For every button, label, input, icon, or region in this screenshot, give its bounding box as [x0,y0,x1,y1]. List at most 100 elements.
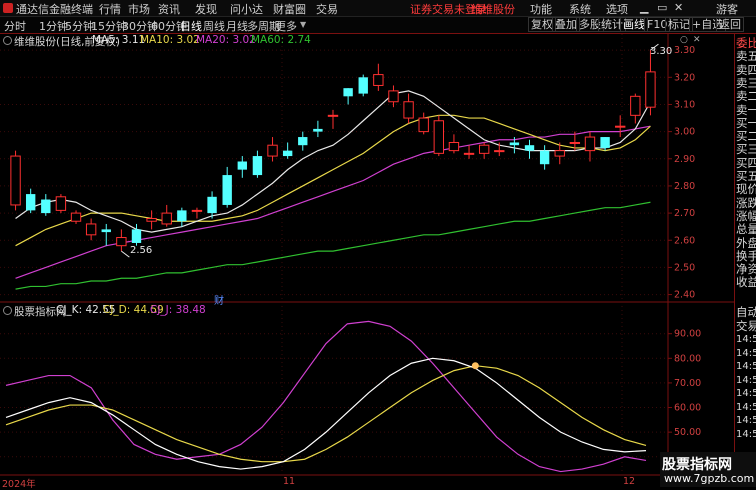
tf-5min[interactable]: 5分钟 [65,18,94,34]
ma60-legend: MA60: 2.74 [251,34,311,46]
kdj-indicator-lines [5,320,647,473]
candle-body-down [600,137,610,148]
candle-body-up [267,144,278,157]
close-icon[interactable]: ✕ [674,1,683,14]
candle-body-down [343,88,353,97]
more-dropdown-icon[interactable]: ▼ [300,20,306,29]
trade-tick-item: 14:50 [736,334,756,345]
tf-weekly[interactable]: 周线 [203,18,225,34]
quote-panel-item: 卖一 [736,103,756,117]
candle-body-up [85,223,97,236]
candle-body-up [116,237,127,247]
candle-body-up [433,120,444,154]
financial-report-marker[interactable]: 财 [214,292,224,307]
candle-body-down [25,194,36,211]
main-y-tick-label: 2.90 [674,154,695,165]
main-y-tick-label: 2.80 [674,181,695,192]
high-price-label: 3.30 [650,46,673,57]
menu-quotes[interactable]: 行情 [99,1,121,17]
watermark-title: 股票指标网 [662,457,732,473]
main-y-tick-label: 2.40 [674,290,695,301]
candle-body-down [41,199,51,214]
candle-body-down [252,156,263,176]
stock-name-title: 维维股份 [471,3,515,16]
candle-body-up [584,136,596,152]
menu-function[interactable]: 功能 [530,1,552,17]
chart-settings-icon[interactable] [3,36,12,45]
candlestick-series [10,43,659,258]
menu-news[interactable]: 资讯 [158,1,180,17]
candle-body-down [131,229,142,243]
candle-body-up [10,155,21,206]
candle-body-down [539,150,550,165]
restore-icon[interactable]: ▭ [657,1,667,14]
trade-tick-item: 14:50 [736,401,756,413]
quote-panel-item: 委比 [736,37,756,50]
menu-options[interactable]: 选项 [606,1,628,17]
quote-panel-item: 买一 [736,116,756,130]
chart-grid [0,34,735,487]
app-title: 通达信金融终端 [16,3,93,16]
ind-y-tick-label: 50.00 [674,427,701,438]
main-y-tick-label: 3.10 [674,99,695,110]
quote-panel-item: 卖二 [736,90,756,104]
trade-tick-item: 14:50 [736,361,756,372]
trade-tick-item: 14:50 [736,374,756,386]
tf-intraday[interactable]: 分时 [4,18,26,34]
candle-body-up [569,141,581,144]
main-y-tick-label: 2.50 [674,262,695,273]
candle-body-up [418,117,429,133]
tf-daily[interactable]: 日线 [180,18,202,34]
candle-body-down [207,196,217,214]
trade-tick-item: 自动 [736,306,756,319]
quote-panel-item: 卖四 [736,63,756,77]
candle-body-down [101,229,111,233]
candle-body-down [298,137,308,146]
candle-body-up [463,152,475,155]
minimize-icon[interactable]: ▁ [640,1,648,14]
quote-panel-item: 收益 [736,276,756,290]
trade-tick-item: 交易 [736,319,756,333]
quote-panel-item: 外盘 [736,236,756,250]
indicator-settings-icon[interactable] [3,306,12,315]
candle-body-up [373,74,384,86]
tf-1min[interactable]: 1分钟 [39,18,68,34]
candle-body-down [524,145,535,151]
close-pane-icon[interactable]: ✕ [693,35,701,45]
quote-panel-item: 涨跌 [736,196,756,210]
chart-canvas[interactable]: 3.30 3.20 3.10 3.00 2.90 2.80 2.70 2.60 2.50 2.40… [0,34,735,487]
guest-label[interactable]: 游客 [716,1,738,17]
menu-ask-xiaoda[interactable]: 问小达 [230,1,263,17]
low-price-label: 2.56 [130,245,153,256]
quote-panel-item: 现价 [736,183,756,197]
menu-wealth-circle[interactable]: 财富圈 [273,1,306,17]
quote-panel-item: 卖五 [736,50,756,64]
x-label-dec: 12 [623,476,636,487]
collapse-icon[interactable]: ○ [680,35,688,45]
main-y-tick-label: 3.20 [674,72,695,83]
x-label-nov: 11 [283,476,296,487]
cj-d-line [5,365,647,463]
app-logo-icon [3,3,13,13]
menu-trade[interactable]: 交易 [316,1,338,17]
candle-body-up [191,209,203,212]
tf-more[interactable]: 更多 [275,18,297,34]
candle-body-up [615,125,626,128]
menu-system[interactable]: 系统 [569,1,591,17]
quote-panel-item: 换手 [736,249,756,263]
quote-panel-item: 总量 [736,223,756,237]
tool-back[interactable]: 返回 [716,17,744,32]
main-y-tick-label: 2.70 [674,208,695,219]
quote-panel-item: 净资 [736,263,756,277]
cross-signal-dot [471,362,479,370]
quote-panel-item: 买三 [736,143,756,157]
trade-tick-item: 14:50 [736,388,756,399]
quote-panel-item: 买二 [736,130,756,144]
tf-monthly[interactable]: 月线 [226,18,248,34]
candle-body-down [313,128,323,132]
menu-discover[interactable]: 发现 [195,1,217,17]
cj-k-line [5,357,647,470]
candle-body-down [177,210,187,222]
quote-panel-item: 买四 [736,156,756,170]
menu-market[interactable]: 市场 [128,1,150,17]
